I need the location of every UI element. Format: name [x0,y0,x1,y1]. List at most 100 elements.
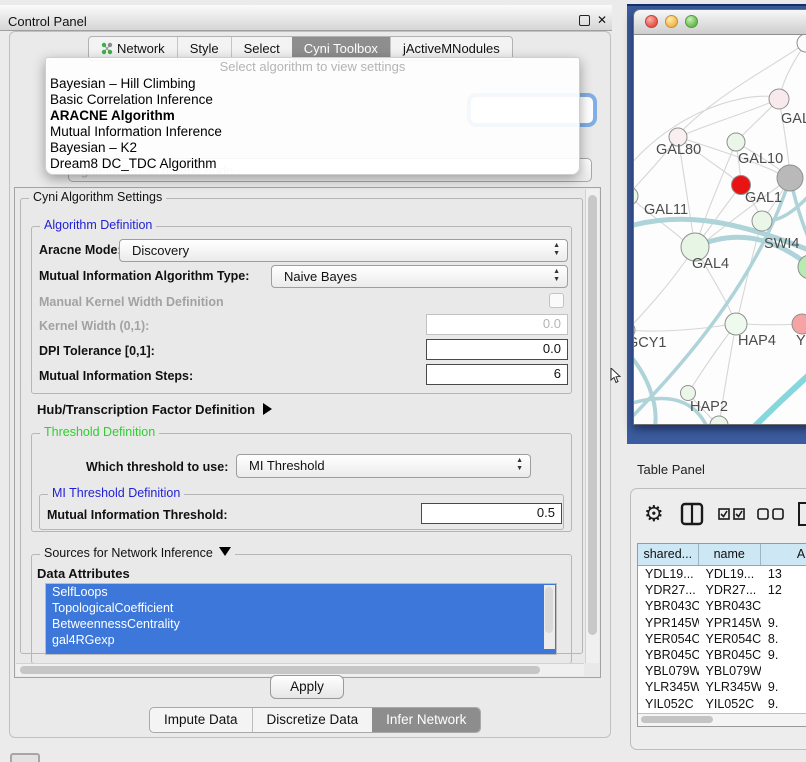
manual-kernel-checkbox[interactable] [549,293,564,308]
table-row[interactable]: YBR043CYBR043C [638,598,806,614]
network-node[interactable] [752,211,772,231]
table-cell: YIL052C [699,696,761,712]
mi-type-combobox[interactable]: Naive Bayes ▲▼ [271,265,568,288]
table-cell: 9. [761,647,806,663]
application-window: Control Panel ✕ NetworkStyleSelectCyni T… [0,0,806,762]
algorithm-option-aracne-algorithm[interactable]: ARACNE Algorithm [46,108,579,124]
table-cell: 9. [761,615,806,631]
mi-threshold-group-title: MI Threshold Definition [48,486,184,500]
mi-steps-field[interactable]: 6 [426,364,568,385]
aracne-mode-label: Aracne Mode: [39,243,122,257]
table-row[interactable]: YBR045CYBR045C9. [638,647,806,663]
table-row[interactable]: YPR145WYPR145W9. [638,615,806,631]
algorithm-option-dream8-dc-tdc-algorithm[interactable]: Dream8 DC_TDC Algorithm [46,156,579,172]
kernel-width-field[interactable]: 0.0 [426,314,568,335]
data-attributes-list[interactable]: SelfLoopsTopologicalCoefficientBetweenne… [45,583,557,655]
mi-steps-label: Mutual Information Steps: [39,369,193,383]
table-cell: YPR145W [638,615,699,631]
network-node[interactable] [710,416,728,424]
network-node[interactable] [634,187,638,205]
table-cell: YER054C [638,631,699,647]
float-window-icon[interactable] [579,15,590,26]
table-cell: YLR345W [699,679,761,695]
dpi-tolerance-field[interactable]: 0.0 [426,339,568,360]
network-node[interactable] [727,133,745,151]
table-row[interactable]: YDR27...YDR27...12 [638,582,806,598]
hub-definition-toggle[interactable]: Hub/Transcription Factor Definition [37,402,272,417]
column-header-shared[interactable]: shared... [638,544,699,565]
which-threshold-combobox[interactable]: MI Threshold ▲▼ [236,454,531,478]
attribute-item-betweennesscentrality[interactable]: BetweennessCentrality [46,616,556,632]
columns-icon[interactable] [682,504,702,524]
close-traffic-light[interactable] [645,15,658,28]
table-horizontal-scrollbar[interactable] [638,713,806,726]
mi-threshold-field[interactable]: 0.5 [421,503,562,524]
checked-pair-icon[interactable] [719,509,744,519]
network-edge[interactable] [692,324,736,387]
node-label-gal80: GAL80 [656,142,701,158]
unchecked-pair-icon[interactable] [758,509,783,519]
table-row[interactable]: YBL079WYBL079W [638,663,806,679]
table-row[interactable]: YIL052CYIL052C9. [638,696,806,712]
collapsed-panel-icon[interactable] [10,753,40,762]
network-view-window[interactable]: GALGAL80GAL10GAL1GAL11SWI4GAL4GCY1HAP4YH… [633,9,806,425]
sources-group-title[interactable]: Sources for Network Inference [40,546,235,560]
network-node[interactable] [792,314,806,334]
data-attributes-label: Data Attributes [37,566,130,581]
table-cell: 12 [761,582,806,598]
node-label-gal4: GAL4 [692,256,729,272]
table-row[interactable]: YER054CYER054C8. [638,631,806,647]
network-edge[interactable] [634,257,688,330]
table-cell: YBL079W [638,663,699,679]
table-cell: YDR27... [699,582,761,598]
network-node[interactable] [777,165,803,191]
table-cell: YBR045C [699,647,761,663]
network-edge[interactable] [700,185,741,241]
network-node[interactable] [725,313,747,335]
attributes-list-scrollbar[interactable] [544,585,555,649]
table-cell: YLR345W [638,679,699,695]
close-icon[interactable]: ✕ [597,13,607,27]
network-edge-highlighted[interactable] [752,365,806,424]
bottom-tab-impute-data[interactable]: Impute Data [150,708,252,732]
attribute-item-topologicalcoefficient[interactable]: TopologicalCoefficient [46,600,556,616]
dpi-tolerance-label: DPI Tolerance [0,1]: [39,344,155,358]
algorithm-dropdown-popup: Select algorithm to view settings Bayesi… [45,57,580,175]
gear-icon[interactable]: ⚙ [644,501,664,526]
bottom-tab-discretize-data[interactable]: Discretize Data [252,708,373,732]
algorithm-option-mutual-information-inference[interactable]: Mutual Information Inference [46,124,579,140]
attribute-item-gal4rgexp[interactable]: gal4RGexp [46,632,556,648]
network-node[interactable] [769,89,789,109]
cyni-algorithm-settings-title: Cyni Algorithm Settings [29,190,166,204]
node-label-swi4: SWI4 [764,236,799,252]
collapse-down-icon [219,547,231,556]
attribute-item-selfloops[interactable]: SelfLoops [46,584,556,600]
aracne-mode-combobox[interactable]: Discovery ▲▼ [119,239,568,262]
apply-button[interactable]: Apply [270,675,344,699]
expand-right-icon [263,403,272,415]
zoom-traffic-light[interactable] [685,15,698,28]
bottom-tabbar: Impute DataDiscretize DataInfer Network [149,707,481,733]
settings-vertical-scrollbar[interactable] [585,189,599,663]
table-row[interactable]: YDL19...YDL19...13 [638,566,806,582]
network-edge[interactable] [686,99,779,134]
algorithm-option-bayesian-hill-climbing[interactable]: Bayesian – Hill Climbing [46,76,579,92]
column-header-a[interactable]: A [761,544,806,565]
network-canvas[interactable]: GALGAL80GAL10GAL1GAL11SWI4GAL4GCY1HAP4YH… [634,35,806,424]
document-icon[interactable] [799,503,806,525]
algorithm-option-basic-correlation-inference[interactable]: Basic Correlation Inference [46,92,579,108]
table-cell: 13 [761,566,806,582]
network-node[interactable] [797,35,806,52]
table-cell: YBR043C [699,598,761,614]
minimize-traffic-light[interactable] [665,15,678,28]
algorithm-option-bayesian-k2[interactable]: Bayesian – K2 [46,140,579,156]
bottom-tab-infer-network[interactable]: Infer Network [372,708,480,732]
table-row[interactable]: YLR345WYLR345W9. [638,679,806,695]
kernel-width-label: Kernel Width (0,1): [39,319,149,333]
column-header-name[interactable]: name [699,544,761,565]
mouse-cursor [610,368,622,384]
attribute-item-clipped[interactable] [46,648,556,655]
network-window-titlebar [634,10,806,35]
node-table[interactable]: shared...nameA YDL19...YDL19...13YDR27..… [637,543,806,727]
table-cell: YDR27... [638,582,699,598]
